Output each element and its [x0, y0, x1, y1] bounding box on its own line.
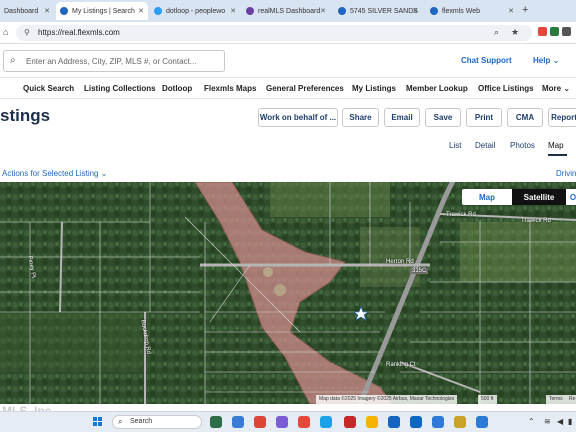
road-label: Trawick Rd	[446, 212, 476, 218]
url-text: https://real.flexmls.com	[38, 28, 120, 37]
share-button[interactable]: Share	[342, 108, 379, 127]
edge-icon[interactable]	[320, 416, 332, 428]
tab-list[interactable]: List	[449, 141, 461, 150]
route-shield: 315C	[410, 268, 429, 274]
flexmls-favicon-icon	[338, 7, 346, 15]
browser-tab-bar: Dashboard ✕ My Listings | Search ✕ dotlo…	[0, 0, 576, 22]
search-icon: ⌕	[10, 55, 16, 66]
chevron-down-icon: ⌄	[563, 84, 571, 93]
print-button[interactable]: Print	[466, 108, 502, 127]
tab-my-listings[interactable]: My Listings | Search ✕	[56, 2, 148, 20]
nav-member-lookup[interactable]: Member Lookup	[406, 84, 468, 93]
chevron-down-icon: ⌄	[552, 56, 560, 65]
dropbox-icon[interactable]	[410, 416, 422, 428]
report-button[interactable]: Report	[548, 108, 576, 127]
site-info-icon[interactable]: ⚲	[24, 28, 30, 37]
dotloop-favicon-icon	[154, 7, 162, 15]
flexmls-favicon-icon	[60, 7, 68, 15]
work-on-behalf-button[interactable]: Work on behalf of ...	[258, 108, 338, 127]
active-tab-indicator	[548, 154, 567, 156]
close-icon[interactable]: ✕	[138, 7, 144, 15]
extension-icon[interactable]	[538, 27, 547, 36]
save-button[interactable]: Save	[425, 108, 461, 127]
battery-icon[interactable]: ▮	[568, 417, 572, 426]
file-explorer-icon[interactable]	[366, 416, 378, 428]
search-icon[interactable]: ⌕	[494, 27, 499, 38]
cma-button[interactable]: CMA	[507, 108, 543, 127]
extensions-menu-icon[interactable]	[562, 27, 571, 36]
mcafee-icon[interactable]	[344, 416, 356, 428]
tab-photos[interactable]: Photos	[510, 141, 535, 150]
close-icon[interactable]: ✕	[320, 7, 326, 15]
nav-more[interactable]: More ⌄	[542, 84, 570, 93]
flexmls-favicon-icon	[430, 7, 438, 15]
map-view[interactable]: Trawick Rd Trawick Rd Herron Rd 315C Ran…	[0, 182, 576, 404]
wifi-icon[interactable]: ≋	[544, 417, 551, 426]
driving-directions-link[interactable]: Drivin	[556, 169, 576, 178]
aol-icon[interactable]	[476, 416, 488, 428]
close-icon[interactable]: ✕	[44, 7, 50, 15]
tab-dashboard[interactable]: Dashboard ✕	[0, 2, 54, 20]
realmls-favicon-icon	[246, 7, 254, 15]
tab-dotloop[interactable]: dotloop - peoplewo ✕	[150, 2, 240, 20]
nav-my-listings[interactable]: My Listings	[352, 84, 396, 93]
search-input[interactable]: ⌕ Enter an Address, City, ZIP, MLS #, or…	[3, 50, 225, 72]
new-tab-button[interactable]: +	[522, 4, 528, 16]
app-icon[interactable]	[454, 416, 466, 428]
road-label: Ranking Ct	[386, 362, 416, 368]
url-field[interactable]: ⚲ https://real.flexmls.com ⌕ ★	[16, 25, 532, 41]
extension-icon[interactable]	[550, 27, 559, 36]
nav-flexmls-maps[interactable]: Flexmls Maps	[204, 84, 256, 93]
tab-detail[interactable]: Detail	[475, 141, 495, 150]
app-icon[interactable]	[298, 416, 310, 428]
copilot-icon[interactable]	[276, 416, 288, 428]
map-overflow-button[interactable]: O	[566, 189, 576, 205]
map-credits: Map data ©2025 Imagery ©2025 Airbus, Max…	[316, 395, 458, 404]
widgets-icon[interactable]	[210, 416, 222, 428]
nav-office-listings[interactable]: Office Listings	[478, 84, 534, 93]
map-terms-link[interactable]: Terms	[546, 395, 566, 404]
page-title: stings	[0, 106, 51, 125]
map-scale: 500 ft	[478, 395, 497, 404]
close-icon[interactable]: ✕	[508, 7, 514, 15]
nav-general-preferences[interactable]: General Preferences	[266, 84, 344, 93]
close-icon[interactable]: ✕	[412, 7, 418, 15]
chrome-icon[interactable]	[254, 416, 266, 428]
tab-flexmls-web[interactable]: flexmls Web ✕	[426, 2, 518, 20]
windows-taskbar: ⌕ Search ⌃ ≋ ◀ ▮	[0, 411, 576, 432]
address-bar: ⌂ ⚲ https://real.flexmls.com ⌕ ★	[0, 22, 576, 44]
email-button[interactable]: Email	[384, 108, 420, 127]
road-label: Herron Rd	[386, 259, 414, 265]
flexmls-header: ⌕ Enter an Address, City, ZIP, MLS #, or…	[0, 44, 576, 78]
show-hidden-icons[interactable]: ⌃	[528, 417, 535, 426]
main-nav: Quick Search Listing Collections Dotloop…	[0, 79, 576, 99]
road-label: Trawick Rd	[521, 218, 551, 224]
aol-icon[interactable]	[388, 416, 400, 428]
tab-realmls-dashboard[interactable]: realMLS Dashboard ✕	[242, 2, 330, 20]
nav-quick-search[interactable]: Quick Search	[23, 84, 74, 93]
star-icon[interactable]: ★	[511, 27, 519, 38]
satellite-imagery	[0, 182, 576, 404]
map-view-button[interactable]: Map	[462, 189, 512, 205]
task-view-icon[interactable]	[232, 416, 244, 428]
aol-mail-icon[interactable]	[432, 416, 444, 428]
nav-dotloop[interactable]: Dotloop	[162, 84, 192, 93]
actions-for-selected-menu[interactable]: Actions for Selected Listing ⌄	[2, 169, 107, 178]
nav-listing-collections[interactable]: Listing Collections	[84, 84, 156, 93]
search-icon: ⌕	[118, 417, 123, 426]
search-placeholder: Enter an Address, City, ZIP, MLS #, or C…	[26, 57, 197, 66]
map-report-link[interactable]: Re	[566, 395, 576, 404]
volume-icon[interactable]: ◀	[557, 417, 563, 426]
tab-silver-sands[interactable]: 5745 SILVER SANDS ✕	[334, 2, 422, 20]
home-icon[interactable]: ⌂	[3, 27, 8, 37]
help-menu[interactable]: Help ⌄	[533, 56, 559, 65]
satellite-view-button[interactable]: Satellite	[512, 189, 566, 205]
close-icon[interactable]: ✕	[230, 7, 236, 15]
taskbar-search[interactable]: ⌕ Search	[112, 415, 202, 429]
chevron-down-icon: ⌄	[100, 169, 108, 178]
actions-bar: Actions for Selected Listing ⌄ Drivin	[0, 168, 576, 182]
windows-start-icon[interactable]	[93, 417, 103, 427]
tab-map[interactable]: Map	[548, 141, 564, 150]
chat-support-link[interactable]: Chat Support	[461, 56, 512, 65]
